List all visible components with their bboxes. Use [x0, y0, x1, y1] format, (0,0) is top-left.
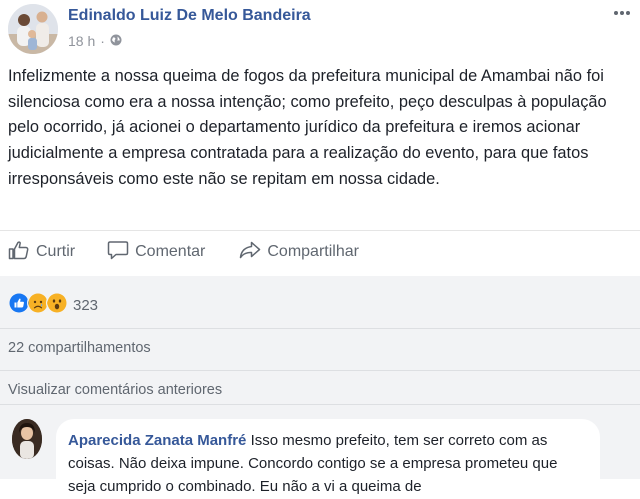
- wow-reaction-icon: [46, 292, 68, 319]
- reaction-count: 323: [73, 297, 99, 314]
- author-avatar[interactable]: [8, 4, 58, 54]
- comment-button[interactable]: Comentar: [107, 240, 205, 265]
- like-label: Curtir: [36, 243, 76, 260]
- like-button[interactable]: Curtir: [8, 240, 75, 265]
- divider: [0, 404, 640, 405]
- divider: [0, 328, 640, 329]
- comment-label: Comentar: [135, 243, 206, 260]
- commenter-name[interactable]: Aparecida Zanata Manfré: [68, 432, 246, 449]
- globe-icon: [110, 33, 122, 49]
- post-header: Edinaldo Luiz De Melo Bandeira 18 h ·: [0, 0, 640, 60]
- reactions-summary[interactable]: 323: [8, 292, 98, 319]
- share-button[interactable]: Compartilhar: [239, 240, 359, 265]
- post-author-name[interactable]: Edinaldo Luiz De Melo Bandeira: [68, 7, 311, 25]
- feedback-section: 323 22 compartilhamentos Visualizar come…: [0, 276, 640, 499]
- post-actions-bar: Curtir Comentar Compartilhar: [0, 230, 640, 273]
- share-arrow-icon: [239, 240, 261, 265]
- divider: [0, 370, 640, 371]
- sad-reaction-icon: [27, 292, 49, 319]
- post-text: Infelizmente a nossa queima de fogos da …: [8, 67, 607, 188]
- view-previous-comments-link[interactable]: Visualizar comentários anteriores: [8, 382, 222, 398]
- post-meta: 18 h ·: [68, 33, 122, 49]
- post-time[interactable]: 18 h: [68, 33, 95, 49]
- thumbs-up-icon: [8, 240, 30, 265]
- more-options-icon[interactable]: [612, 6, 632, 20]
- speech-bubble-icon: [107, 240, 129, 265]
- comment-body: Aparecida Zanata Manfré Isso mesmo prefe…: [68, 429, 588, 498]
- share-label: Compartilhar: [267, 243, 359, 260]
- comment-bubble: Aparecida Zanata Manfré Isso mesmo prefe…: [56, 419, 600, 499]
- like-reaction-icon: [8, 292, 30, 319]
- commenter-avatar[interactable]: [12, 419, 42, 459]
- shares-count-link[interactable]: 22 compartilhamentos: [8, 340, 151, 356]
- meta-separator: ·: [100, 33, 105, 49]
